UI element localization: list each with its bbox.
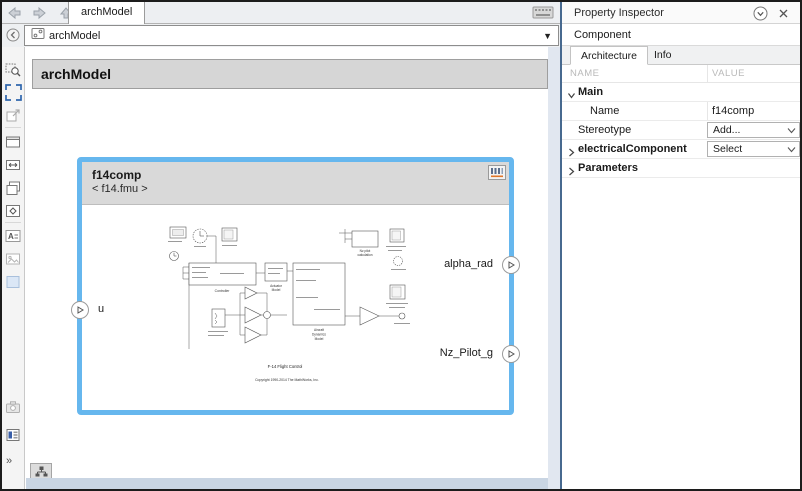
tab-archmodel-label: archModel	[81, 6, 132, 18]
status-bar	[26, 478, 548, 489]
f14-copyright: Copyright 1990-2014 The MathWorks, Inc.	[255, 378, 319, 382]
column-divider	[707, 65, 708, 82]
component-f14comp[interactable]: f14comp < f14.fmu >	[77, 157, 514, 415]
row-electrical-label: electricalComponent	[578, 140, 687, 158]
model-icon	[31, 27, 45, 45]
property-inspector-title: Property Inspector	[574, 7, 664, 19]
svg-text:A: A	[8, 232, 14, 241]
row-parameters-label: Parameters	[578, 159, 638, 177]
close-icon[interactable]	[777, 6, 790, 28]
auto-arrange-icon[interactable]	[5, 203, 22, 220]
inspector-tab-bar: Architecture Info	[562, 46, 800, 65]
name-value[interactable]: f14comp	[712, 102, 754, 120]
palette-separator	[5, 222, 21, 223]
row-main[interactable]: Main	[562, 83, 800, 102]
output-port-label-nz-pilot-g: Nz_Pilot_g	[440, 347, 493, 359]
row-name[interactable]: Name f14comp	[562, 102, 800, 121]
expand-icon[interactable]	[567, 164, 576, 182]
document-tab-bar: archModel	[2, 2, 560, 24]
actuator-label-2: Model	[272, 288, 281, 292]
property-inspector-header: Property Inspector	[562, 2, 800, 24]
input-port-icon	[75, 305, 85, 315]
aircraft-label-3: Model	[315, 337, 324, 341]
row-main-label: Main	[578, 83, 603, 101]
fit-width-icon[interactable]	[5, 157, 22, 174]
tab-info[interactable]: Info	[644, 46, 682, 65]
model-browser-toggle[interactable]	[30, 463, 52, 478]
open-in-new-icon[interactable]	[5, 107, 22, 124]
output-port-nz-pilot-g[interactable]	[502, 345, 520, 363]
controller-label: Controller	[215, 289, 231, 293]
breadcrumb-item[interactable]: archModel	[49, 30, 100, 42]
row-electrical-component[interactable]: electricalComponent Select	[562, 140, 800, 159]
stereotype-dropdown[interactable]: Add...	[707, 122, 800, 138]
electrical-component-dropdown[interactable]: Select	[707, 141, 800, 157]
fmu-badge-icon[interactable]	[488, 165, 506, 185]
stereotype-dropdown-value: Add...	[713, 124, 740, 136]
forward-icon[interactable]	[32, 5, 48, 21]
area-annotation-icon[interactable]	[5, 274, 22, 291]
component-name: f14comp	[92, 168, 499, 182]
tab-archmodel[interactable]: archModel	[68, 2, 145, 24]
aircraft-label-1: Aircraft	[314, 328, 324, 332]
input-port-u[interactable]	[71, 301, 89, 319]
diagram-canvas[interactable]: archModel f14comp < f14.fmu >	[26, 47, 548, 489]
annotation-icon[interactable]: A	[5, 228, 22, 245]
row-stereotype[interactable]: Stereotype Add...	[562, 121, 800, 140]
output-port-alpha-rad[interactable]	[502, 256, 520, 274]
palette-strip: A »	[2, 47, 25, 489]
diagram-title-bar: archModel	[32, 59, 548, 89]
tab-architecture[interactable]: Architecture	[570, 46, 648, 65]
simulink-window: archModel archModel ▼	[0, 0, 802, 491]
image-annotation-icon[interactable]	[5, 251, 22, 268]
column-divider	[707, 102, 708, 120]
chevron-down-icon	[787, 127, 796, 135]
viewport-icon[interactable]	[5, 134, 22, 151]
f14-diagram-thumbnail: Controller Actuator Model Aircraft Dynam…	[162, 217, 446, 399]
copy-view-icon[interactable]	[5, 180, 22, 197]
input-port-label: u	[98, 303, 104, 315]
output-port-icon	[506, 349, 516, 359]
chevron-down-icon	[787, 146, 796, 154]
explorer-bar-toggle-icon[interactable]	[5, 27, 21, 43]
component-header[interactable]: f14comp < f14.fmu >	[82, 162, 509, 205]
fit-to-view-icon[interactable]	[5, 84, 22, 101]
screenshot-icon[interactable]	[5, 399, 22, 416]
keyboard-icon[interactable]	[532, 6, 554, 24]
breadcrumb-dropdown-icon[interactable]: ▼	[543, 31, 552, 41]
hierarchy-icon	[35, 466, 48, 477]
grid-column-header: NAME VALUE	[562, 65, 800, 83]
row-name-label: Name	[590, 102, 619, 120]
zoom-region-icon[interactable]	[5, 61, 22, 78]
profile-badge-icon[interactable]	[5, 427, 22, 444]
panel-menu-icon[interactable]	[753, 6, 768, 29]
column-name: NAME	[570, 65, 599, 83]
output-port-icon	[506, 260, 516, 270]
address-bar: archModel ▼	[2, 24, 560, 47]
column-value: VALUE	[712, 65, 745, 83]
row-stereotype-label: Stereotype	[578, 121, 631, 139]
diagram-title: archModel	[41, 66, 111, 82]
property-inspector: Property Inspector Component Architectur…	[562, 2, 800, 489]
output-port-label-alpha-rad: alpha_rad	[444, 258, 493, 270]
canvas-scroll-area[interactable]	[548, 47, 560, 489]
row-parameters[interactable]: Parameters	[562, 159, 800, 178]
palette-separator	[5, 127, 21, 128]
electrical-dropdown-value: Select	[713, 143, 742, 155]
breadcrumb[interactable]: archModel ▼	[24, 25, 559, 46]
palette-expand-icon[interactable]: »	[6, 455, 12, 467]
back-icon[interactable]	[6, 5, 22, 21]
component-reference: < f14.fmu >	[92, 183, 499, 195]
f14-title: F-14 Flight Control	[268, 364, 303, 369]
nz-calc-label-2: calculation	[357, 253, 372, 257]
aircraft-label-2: Dynamics	[312, 333, 326, 337]
